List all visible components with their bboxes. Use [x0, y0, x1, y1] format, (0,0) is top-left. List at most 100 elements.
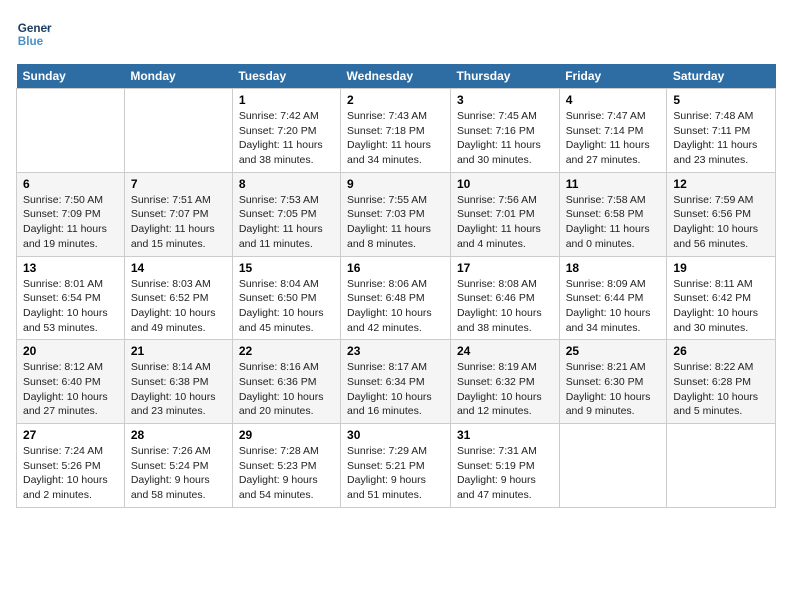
calendar-cell: 14 Sunrise: 8:03 AM Sunset: 6:52 PM Dayli… [124, 256, 232, 340]
calendar-cell: 18 Sunrise: 8:09 AM Sunset: 6:44 PM Dayli… [559, 256, 667, 340]
day-info: Sunrise: 7:50 AM Sunset: 7:09 PM Dayligh… [23, 193, 118, 252]
calendar-cell: 2 Sunrise: 7:43 AM Sunset: 7:18 PM Daylig… [341, 89, 451, 173]
day-header-sunday: Sunday [17, 64, 125, 89]
day-info: Sunrise: 7:31 AM Sunset: 5:19 PM Dayligh… [457, 444, 553, 503]
calendar-week-4: 20Sunrise: 8:12 AM Sunset: 6:40 PM Dayli… [17, 340, 776, 424]
day-info: Sunrise: 8:03 AM Sunset: 6:52 PM Dayligh… [131, 277, 226, 336]
page-header: General Blue [16, 16, 776, 52]
logo: General Blue [16, 16, 56, 52]
day-info: Sunrise: 7:58 AM Sunset: 6:58 PM Dayligh… [566, 193, 661, 252]
day-number: 23 [347, 344, 444, 358]
calendar-week-3: 13 Sunrise: 8:01 AM Sunset: 6:54 PM Dayli… [17, 256, 776, 340]
calendar-cell: 28 Sunrise: 7:26 AM Sunset: 5:24 PM Dayli… [124, 424, 232, 508]
day-number: 18 [566, 261, 661, 275]
day-info: Sunrise: 8:17 AM Sunset: 6:34 PM Dayligh… [347, 360, 444, 419]
day-number: 12 [673, 177, 769, 191]
day-number: 15 [239, 261, 334, 275]
calendar-cell: 20Sunrise: 8:12 AM Sunset: 6:40 PM Dayli… [17, 340, 125, 424]
calendar-cell: 21Sunrise: 8:14 AM Sunset: 6:38 PM Dayli… [124, 340, 232, 424]
day-info: Sunrise: 7:26 AM Sunset: 5:24 PM Dayligh… [131, 444, 226, 503]
day-number: 8 [239, 177, 334, 191]
day-number: 22 [239, 344, 334, 358]
calendar-cell: 8 Sunrise: 7:53 AM Sunset: 7:05 PM Daylig… [232, 172, 340, 256]
day-info: Sunrise: 7:28 AM Sunset: 5:23 PM Dayligh… [239, 444, 334, 503]
day-info: Sunrise: 8:14 AM Sunset: 6:38 PM Dayligh… [131, 360, 226, 419]
day-info: Sunrise: 7:45 AM Sunset: 7:16 PM Dayligh… [457, 109, 553, 168]
day-header-saturday: Saturday [667, 64, 776, 89]
day-header-wednesday: Wednesday [341, 64, 451, 89]
day-number: 28 [131, 428, 226, 442]
calendar-cell [559, 424, 667, 508]
day-info: Sunrise: 7:29 AM Sunset: 5:21 PM Dayligh… [347, 444, 444, 503]
day-info: Sunrise: 8:01 AM Sunset: 6:54 PM Dayligh… [23, 277, 118, 336]
day-info: Sunrise: 7:47 AM Sunset: 7:14 PM Dayligh… [566, 109, 661, 168]
day-info: Sunrise: 8:08 AM Sunset: 6:46 PM Dayligh… [457, 277, 553, 336]
day-header-thursday: Thursday [450, 64, 559, 89]
day-info: Sunrise: 8:09 AM Sunset: 6:44 PM Dayligh… [566, 277, 661, 336]
calendar-cell [17, 89, 125, 173]
day-info: Sunrise: 7:51 AM Sunset: 7:07 PM Dayligh… [131, 193, 226, 252]
day-number: 2 [347, 93, 444, 107]
day-number: 14 [131, 261, 226, 275]
calendar-cell: 11Sunrise: 7:58 AM Sunset: 6:58 PM Dayli… [559, 172, 667, 256]
day-number: 31 [457, 428, 553, 442]
day-number: 30 [347, 428, 444, 442]
day-number: 9 [347, 177, 444, 191]
day-number: 17 [457, 261, 553, 275]
day-info: Sunrise: 8:16 AM Sunset: 6:36 PM Dayligh… [239, 360, 334, 419]
calendar-week-2: 6 Sunrise: 7:50 AM Sunset: 7:09 PM Daylig… [17, 172, 776, 256]
calendar-cell [124, 89, 232, 173]
day-info: Sunrise: 8:21 AM Sunset: 6:30 PM Dayligh… [566, 360, 661, 419]
calendar-cell: 1 Sunrise: 7:42 AM Sunset: 7:20 PM Daylig… [232, 89, 340, 173]
day-number: 13 [23, 261, 118, 275]
day-info: Sunrise: 8:04 AM Sunset: 6:50 PM Dayligh… [239, 277, 334, 336]
calendar-cell: 15 Sunrise: 8:04 AM Sunset: 6:50 PM Dayli… [232, 256, 340, 340]
day-number: 7 [131, 177, 226, 191]
calendar-cell [667, 424, 776, 508]
day-info: Sunrise: 7:48 AM Sunset: 7:11 PM Dayligh… [673, 109, 769, 168]
day-header-friday: Friday [559, 64, 667, 89]
day-number: 1 [239, 93, 334, 107]
day-info: Sunrise: 7:42 AM Sunset: 7:20 PM Dayligh… [239, 109, 334, 168]
day-info: Sunrise: 8:22 AM Sunset: 6:28 PM Dayligh… [673, 360, 769, 419]
calendar-table: SundayMondayTuesdayWednesdayThursdayFrid… [16, 64, 776, 508]
day-info: Sunrise: 7:59 AM Sunset: 6:56 PM Dayligh… [673, 193, 769, 252]
day-number: 26 [673, 344, 769, 358]
calendar-cell: 5 Sunrise: 7:48 AM Sunset: 7:11 PM Daylig… [667, 89, 776, 173]
calendar-cell: 25 Sunrise: 8:21 AM Sunset: 6:30 PM Dayli… [559, 340, 667, 424]
calendar-cell: 19Sunrise: 8:11 AM Sunset: 6:42 PM Dayli… [667, 256, 776, 340]
day-info: Sunrise: 8:12 AM Sunset: 6:40 PM Dayligh… [23, 360, 118, 419]
day-info: Sunrise: 7:43 AM Sunset: 7:18 PM Dayligh… [347, 109, 444, 168]
svg-text:Blue: Blue [18, 35, 44, 48]
calendar-cell: 17 Sunrise: 8:08 AM Sunset: 6:46 PM Dayli… [450, 256, 559, 340]
calendar-cell: 24Sunrise: 8:19 AM Sunset: 6:32 PM Dayli… [450, 340, 559, 424]
day-number: 6 [23, 177, 118, 191]
calendar-cell: 10Sunrise: 7:56 AM Sunset: 7:01 PM Dayli… [450, 172, 559, 256]
day-info: Sunrise: 7:55 AM Sunset: 7:03 PM Dayligh… [347, 193, 444, 252]
day-number: 27 [23, 428, 118, 442]
calendar-cell: 16Sunrise: 8:06 AM Sunset: 6:48 PM Dayli… [341, 256, 451, 340]
day-number: 4 [566, 93, 661, 107]
calendar-cell: 29 Sunrise: 7:28 AM Sunset: 5:23 PM Dayli… [232, 424, 340, 508]
day-header-tuesday: Tuesday [232, 64, 340, 89]
day-info: Sunrise: 7:53 AM Sunset: 7:05 PM Dayligh… [239, 193, 334, 252]
day-number: 3 [457, 93, 553, 107]
day-info: Sunrise: 8:06 AM Sunset: 6:48 PM Dayligh… [347, 277, 444, 336]
calendar-cell: 12 Sunrise: 7:59 AM Sunset: 6:56 PM Dayli… [667, 172, 776, 256]
calendar-cell: 23 Sunrise: 8:17 AM Sunset: 6:34 PM Dayli… [341, 340, 451, 424]
day-number: 29 [239, 428, 334, 442]
day-info: Sunrise: 8:11 AM Sunset: 6:42 PM Dayligh… [673, 277, 769, 336]
day-header-monday: Monday [124, 64, 232, 89]
calendar-cell: 13 Sunrise: 8:01 AM Sunset: 6:54 PM Dayli… [17, 256, 125, 340]
calendar-cell: 6 Sunrise: 7:50 AM Sunset: 7:09 PM Daylig… [17, 172, 125, 256]
calendar-week-5: 27Sunrise: 7:24 AM Sunset: 5:26 PM Dayli… [17, 424, 776, 508]
calendar-cell: 31 Sunrise: 7:31 AM Sunset: 5:19 PM Dayli… [450, 424, 559, 508]
calendar-cell: 22 Sunrise: 8:16 AM Sunset: 6:36 PM Dayli… [232, 340, 340, 424]
day-info: Sunrise: 7:56 AM Sunset: 7:01 PM Dayligh… [457, 193, 553, 252]
calendar-cell: 4 Sunrise: 7:47 AM Sunset: 7:14 PM Daylig… [559, 89, 667, 173]
day-number: 24 [457, 344, 553, 358]
calendar-cell: 3 Sunrise: 7:45 AM Sunset: 7:16 PM Daylig… [450, 89, 559, 173]
day-number: 25 [566, 344, 661, 358]
day-number: 5 [673, 93, 769, 107]
calendar-cell: 30 Sunrise: 7:29 AM Sunset: 5:21 PM Dayli… [341, 424, 451, 508]
